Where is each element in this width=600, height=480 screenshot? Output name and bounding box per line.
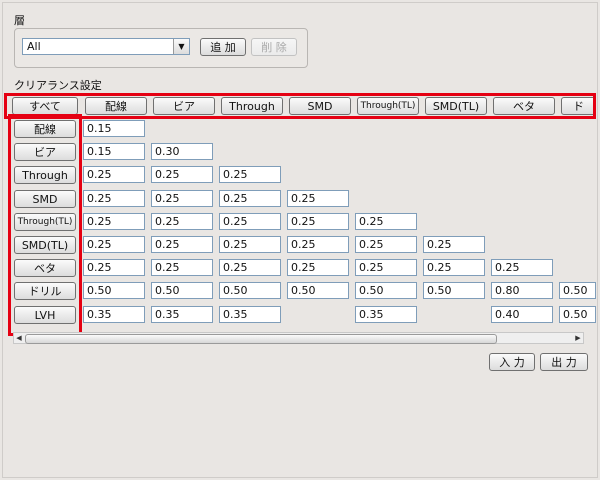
clearance-cell[interactable]: 0.25	[219, 213, 281, 230]
row-header-7[interactable]: ドリル	[14, 282, 76, 300]
column-header-6[interactable]: ベタ	[493, 97, 555, 115]
clearance-cell[interactable]: 0.25	[83, 259, 145, 276]
clearance-cell[interactable]: 0.30	[151, 143, 213, 160]
clearance-cell[interactable]: 0.50	[219, 282, 281, 299]
row-header-6[interactable]: ベタ	[14, 259, 76, 277]
row-header-5[interactable]: SMD(TL)	[14, 236, 76, 254]
clearance-cell[interactable]: 0.50	[355, 282, 417, 299]
clearance-cell[interactable]: 0.25	[83, 236, 145, 253]
row-header-2[interactable]: Through	[14, 166, 76, 184]
column-header-7[interactable]: ド	[561, 97, 596, 115]
scrollbar-thumb[interactable]	[25, 334, 497, 344]
clearance-cell[interactable]: 0.25	[219, 166, 281, 183]
clearance-cell[interactable]: 0.15	[83, 143, 145, 160]
clearance-cell[interactable]: 0.25	[151, 259, 213, 276]
column-header-3[interactable]: SMD	[289, 97, 351, 115]
add-layer-button[interactable]: 追 加	[200, 38, 246, 56]
clearance-cell[interactable]: 0.25	[287, 190, 349, 207]
clearance-cell[interactable]: 0.25	[355, 236, 417, 253]
clearance-cell[interactable]: 0.25	[151, 236, 213, 253]
clearance-cell[interactable]: 0.15	[83, 120, 145, 137]
column-header-2[interactable]: Through	[221, 97, 283, 115]
layer-select-value: All	[27, 40, 41, 53]
clearance-cell[interactable]: 0.25	[151, 213, 213, 230]
clearance-cell[interactable]: 0.50	[559, 282, 596, 299]
column-header-0[interactable]: 配線	[85, 97, 147, 115]
select-all-button[interactable]: すべて	[12, 97, 78, 115]
clearance-cell[interactable]: 0.25	[287, 236, 349, 253]
clearance-cell[interactable]: 0.25	[355, 213, 417, 230]
clearance-cell[interactable]: 0.25	[287, 259, 349, 276]
delete-layer-button[interactable]: 削 除	[251, 38, 297, 56]
clearance-cell[interactable]: 0.25	[491, 259, 553, 276]
row-header-8[interactable]: LVH	[14, 306, 76, 324]
layer-label: 層	[14, 14, 25, 27]
column-header-4[interactable]: Through(TL)	[357, 97, 419, 115]
clearance-cell[interactable]: 0.50	[559, 306, 596, 323]
clearance-settings-label: クリアランス設定	[14, 79, 102, 92]
clearance-cell[interactable]: 0.50	[83, 282, 145, 299]
row-header-3[interactable]: SMD	[14, 190, 76, 208]
clearance-cell[interactable]: 0.50	[423, 282, 485, 299]
row-header-1[interactable]: ビア	[14, 143, 76, 161]
input-button[interactable]: 入 力	[489, 353, 535, 371]
dropdown-arrow-icon[interactable]: ▼	[173, 39, 189, 54]
scroll-left-icon[interactable]: ◀	[14, 333, 24, 343]
clearance-cell[interactable]: 0.35	[83, 306, 145, 323]
row-header-0[interactable]: 配線	[14, 120, 76, 138]
clearance-cell[interactable]: 0.25	[219, 190, 281, 207]
layer-select[interactable]: All ▼	[22, 38, 190, 55]
clearance-cell[interactable]: 0.80	[491, 282, 553, 299]
output-button[interactable]: 出 力	[540, 353, 588, 371]
clearance-cell[interactable]: 0.35	[151, 306, 213, 323]
clearance-cell[interactable]: 0.40	[491, 306, 553, 323]
clearance-cell[interactable]: 0.25	[287, 213, 349, 230]
clearance-cell[interactable]: 0.25	[219, 259, 281, 276]
clearance-cell[interactable]: 0.50	[287, 282, 349, 299]
clearance-cell[interactable]: 0.25	[219, 236, 281, 253]
clearance-cell[interactable]: 0.25	[83, 213, 145, 230]
clearance-cell[interactable]: 0.35	[355, 306, 417, 323]
clearance-cell[interactable]: 0.25	[83, 166, 145, 183]
column-header-1[interactable]: ビア	[153, 97, 215, 115]
clearance-cell[interactable]: 0.25	[151, 190, 213, 207]
clearance-cell[interactable]: 0.25	[355, 259, 417, 276]
scroll-right-icon[interactable]: ▶	[573, 333, 583, 343]
clearance-cell[interactable]: 0.25	[151, 166, 213, 183]
clearance-cell[interactable]: 0.25	[83, 190, 145, 207]
horizontal-scrollbar[interactable]: ◀ ▶	[13, 332, 584, 344]
clearance-cell[interactable]: 0.25	[423, 259, 485, 276]
column-header-5[interactable]: SMD(TL)	[425, 97, 487, 115]
clearance-cell[interactable]: 0.25	[423, 236, 485, 253]
clearance-cell[interactable]: 0.50	[151, 282, 213, 299]
row-header-4[interactable]: Through(TL)	[14, 213, 76, 231]
clearance-cell[interactable]: 0.35	[219, 306, 281, 323]
